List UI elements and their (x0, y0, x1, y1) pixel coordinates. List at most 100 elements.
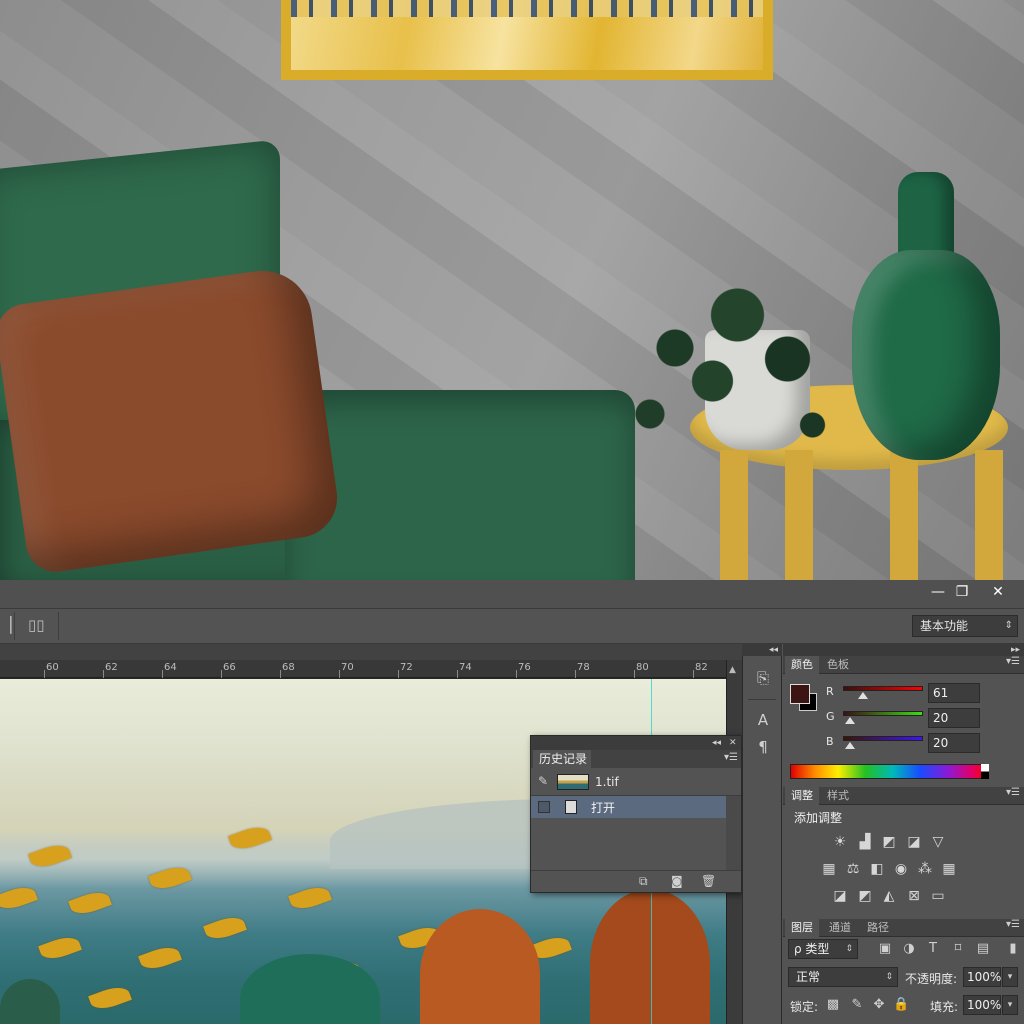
tab-adjustments[interactable]: 调整 (785, 787, 819, 805)
smart-object-filter-icon[interactable]: ▤ (975, 941, 991, 957)
layer-filter-select[interactable]: ρ 类型 ⇕ (788, 939, 858, 959)
fill-dropdown[interactable]: ▾ (1002, 995, 1018, 1015)
lock-image-icon[interactable]: ✎ (849, 997, 865, 1013)
golden-crane (38, 932, 82, 964)
exposure-icon[interactable]: ◪ (905, 833, 923, 851)
posterize-icon[interactable]: ◩ (856, 887, 874, 905)
history-scrollbar[interactable] (726, 796, 741, 870)
scroll-up-icon[interactable]: ▲ (729, 665, 736, 675)
history-footer: ⧉ ◙ 🗑 (531, 870, 741, 892)
vibrance-icon[interactable]: ▽ (929, 833, 947, 851)
divider (748, 699, 776, 700)
tab-swatches[interactable]: 色板 (821, 656, 855, 674)
distribute-icon[interactable]: ▯▯ (28, 616, 45, 634)
history-state-open[interactable]: 打开 (531, 796, 726, 818)
ruler-number: 82 (695, 662, 708, 673)
history-brush-source[interactable] (538, 801, 550, 813)
black-white-ramp[interactable] (981, 764, 989, 779)
slider-r[interactable] (843, 686, 923, 691)
expand-panels-icon[interactable]: ◂◂ (742, 644, 782, 656)
threshold-icon[interactable]: ◭ (880, 887, 898, 905)
paragraph-icon[interactable]: ¶ (753, 737, 773, 757)
ruler-tick (634, 670, 635, 678)
add-adjustment-title: 添加调整 (794, 811, 843, 825)
history-brush-icon[interactable]: ✎ (538, 774, 548, 788)
trash-icon[interactable]: 🗑 (701, 874, 716, 888)
ruler-tick (398, 670, 399, 678)
history-panel: ◂◂ ✕ 历史记录 ▾☰ ✎ 1.tif 打开 ⧉ ◙ 🗑 (530, 735, 742, 893)
color-balance-icon[interactable]: ⚖ (844, 860, 862, 878)
tab-color[interactable]: 颜色 (785, 656, 819, 674)
value-r[interactable]: 61 (928, 683, 980, 703)
snapshot-thumbnail (557, 774, 589, 790)
workspace-select[interactable]: 基本功能 ⇕ (912, 615, 1018, 637)
type-layer-filter-icon[interactable]: T (925, 941, 941, 957)
tab-layers[interactable]: 图层 (785, 919, 819, 937)
color-spectrum[interactable] (790, 764, 988, 779)
opacity-dropdown[interactable]: ▾ (1002, 967, 1018, 987)
panel-menu-icon[interactable]: ▾☰ (1006, 787, 1020, 798)
layer-filter-label: ρ 类型 (794, 942, 830, 956)
close-window-button[interactable]: ✕ (982, 582, 1014, 602)
ruler-tick (516, 670, 517, 678)
lock-transparent-icon[interactable]: ▩ (825, 997, 841, 1013)
slider-thumb-r[interactable] (858, 692, 868, 699)
selective-color-icon[interactable]: ⊠ (905, 887, 923, 905)
brightness-icon[interactable]: ☀ (831, 833, 849, 851)
tab-channels[interactable]: 通道 (823, 919, 857, 937)
tab-paths[interactable]: 路径 (861, 919, 895, 937)
history-icon[interactable]: ⎘ (753, 668, 773, 688)
panel-menu-icon[interactable]: ▾☰ (1006, 656, 1020, 667)
collapse-dock-icon[interactable]: ▸▸ (783, 644, 1024, 656)
lock-position-icon[interactable]: ✥ (871, 997, 887, 1013)
golden-crane (138, 942, 182, 974)
collapse-icon[interactable]: ◂◂ (712, 736, 721, 750)
ruler-number: 72 (400, 662, 413, 673)
ruler-tick (221, 670, 222, 678)
shape-layer-filter-icon[interactable]: ⌑ (950, 941, 966, 957)
slider-g[interactable] (843, 711, 923, 716)
tab-history[interactable]: 历史记录 (533, 750, 591, 768)
ivy-plant (600, 260, 850, 480)
adjustment-layer-filter-icon[interactable]: ◑ (901, 941, 917, 957)
fill-input[interactable]: 100% (963, 995, 1001, 1015)
ruler-number: 76 (518, 662, 531, 673)
new-document-from-state-icon[interactable]: ⧉ (639, 874, 648, 889)
blend-mode-select[interactable]: 正常 ⇕ (788, 967, 898, 987)
levels-icon[interactable]: ▟ (856, 833, 874, 851)
pixel-layer-filter-icon[interactable]: ▣ (877, 941, 893, 957)
photo-filter-icon[interactable]: ◉ (892, 860, 910, 878)
opacity-input[interactable]: 100% (963, 967, 1001, 987)
state-name: 打开 (591, 801, 616, 815)
panel-menu-icon[interactable]: ▾☰ (724, 752, 738, 763)
chevron-updown-icon: ⇕ (1004, 620, 1013, 631)
autumn-tree (420, 909, 540, 1024)
restore-button[interactable]: ❐ (946, 582, 978, 602)
channel-label-g: G (826, 710, 835, 723)
panel-menu-icon[interactable]: ▾☰ (1006, 919, 1020, 930)
slider-thumb-g[interactable] (845, 717, 855, 724)
history-panel-header[interactable]: ◂◂ ✕ (531, 736, 741, 750)
filter-toggle-icon[interactable]: ▮ (1005, 941, 1021, 957)
black-white-icon[interactable]: ◧ (868, 860, 886, 878)
tab-styles[interactable]: 样式 (821, 787, 855, 805)
wall-painting (291, 0, 763, 70)
channel-mixer-icon[interactable]: ⁂ (916, 860, 934, 878)
value-g[interactable]: 20 (928, 708, 980, 728)
lock-all-icon[interactable]: 🔒 (893, 997, 909, 1013)
gradient-map-icon[interactable]: ▭ (929, 887, 947, 905)
history-snapshot[interactable]: ✎ 1.tif (531, 768, 741, 796)
hue-saturation-icon[interactable]: ▦ (820, 860, 838, 878)
foreground-color-swatch[interactable] (790, 684, 810, 704)
character-icon[interactable]: A (753, 710, 773, 730)
camera-icon[interactable]: ◙ (671, 874, 683, 888)
invert-icon[interactable]: ◪ (831, 887, 849, 905)
value-b[interactable]: 20 (928, 733, 980, 753)
color-lookup-icon[interactable]: ▦ (940, 860, 958, 878)
slider-thumb-b[interactable] (845, 742, 855, 749)
ruler-number: 74 (459, 662, 472, 673)
curves-icon[interactable]: ◩ (880, 833, 898, 851)
close-icon[interactable]: ✕ (729, 736, 737, 750)
align-left-icon[interactable]: ▕ (0, 616, 12, 634)
slider-b[interactable] (843, 736, 923, 741)
